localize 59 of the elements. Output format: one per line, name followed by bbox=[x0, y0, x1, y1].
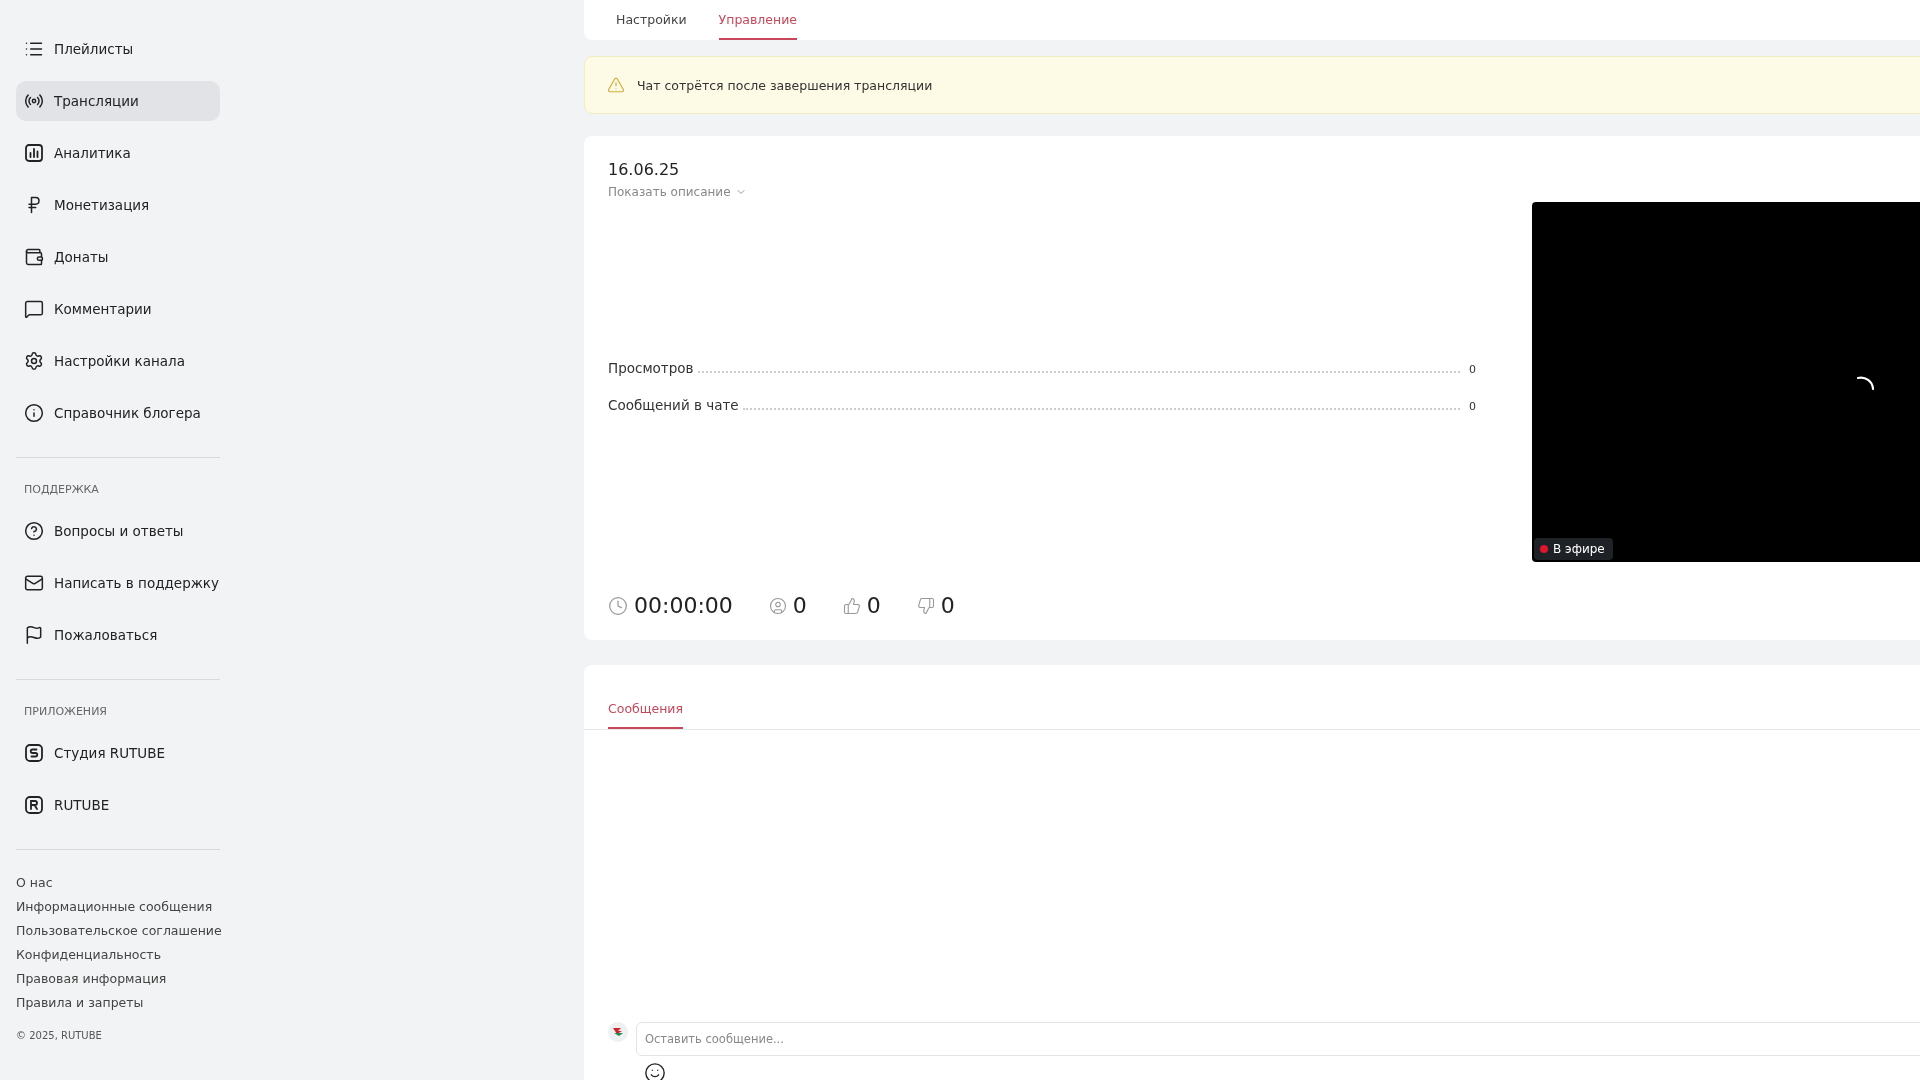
list-icon bbox=[24, 39, 44, 59]
sidebar-item[interactable]: Донаты bbox=[16, 237, 220, 277]
stat-value: 0 bbox=[1468, 400, 1476, 413]
tab[interactable]: Сообщения bbox=[608, 689, 683, 729]
footer-link[interactable]: Информационные сообщения bbox=[16, 895, 220, 919]
footer-link[interactable]: Конфиденциальность bbox=[16, 943, 220, 967]
sidebar-item[interactable]: Трансляции bbox=[16, 81, 220, 121]
stat-value: 0 bbox=[1468, 363, 1476, 376]
settings-icon bbox=[24, 351, 44, 371]
sidebar-item[interactable]: Вопросы и ответы bbox=[16, 511, 220, 551]
footer-link[interactable]: Правовая информация bbox=[16, 967, 220, 991]
warning-text: Чат сотрётся после завершения трансляции bbox=[637, 77, 933, 93]
footer-link[interactable]: Пользовательское соглашение bbox=[16, 919, 220, 943]
sidebar-item[interactable]: Аналитика bbox=[16, 133, 220, 173]
thumbs-up-icon[interactable] bbox=[842, 596, 861, 615]
copyright: © 2025, RUTUBE bbox=[16, 1030, 103, 1041]
avatar-icon bbox=[608, 1022, 628, 1042]
studio-logo-icon bbox=[24, 743, 44, 763]
live-dot-icon bbox=[1540, 545, 1548, 553]
stat-label: Сообщений в чате bbox=[608, 397, 739, 413]
help-icon bbox=[24, 521, 44, 541]
sidebar-item[interactable]: Пожаловаться bbox=[16, 615, 220, 655]
live-badge: В эфире bbox=[1534, 538, 1613, 560]
counter-value: 00:00:00 bbox=[634, 593, 733, 618]
sidebar-item[interactable]: Плейлисты bbox=[16, 29, 220, 69]
sidebar-item[interactable]: Справочник блогера bbox=[16, 393, 220, 433]
comment-icon bbox=[24, 299, 44, 319]
sidebar-item[interactable]: Комментарии bbox=[16, 289, 220, 329]
sidebar-item[interactable]: Студия RUTUBE bbox=[16, 733, 220, 773]
emoji-icon[interactable] bbox=[644, 1062, 666, 1080]
footer-link[interactable]: О нас bbox=[16, 871, 220, 895]
sidebar-item[interactable]: Написать в поддержку bbox=[16, 563, 220, 603]
bar-chart-icon bbox=[24, 143, 44, 163]
tab[interactable]: Настройки bbox=[616, 0, 687, 40]
video-player[interactable]: В эфире bbox=[1532, 202, 1920, 562]
sidebar-item[interactable]: RUTUBE bbox=[16, 785, 220, 825]
section-title: ПОДДЕРЖКА bbox=[23, 482, 100, 498]
show-description-button[interactable]: Показать описание bbox=[608, 185, 747, 199]
section-title: ПРИЛОЖЕНИЯ bbox=[23, 704, 108, 720]
counter-value: 0 bbox=[940, 593, 955, 618]
clock-icon bbox=[608, 595, 628, 616]
tab[interactable]: Управление bbox=[718, 0, 797, 40]
info-icon bbox=[24, 403, 44, 423]
broadcast-icon bbox=[24, 91, 44, 111]
flag-icon bbox=[24, 625, 44, 645]
stat-label: Просмотров bbox=[608, 360, 694, 376]
counter-value: 0 bbox=[866, 593, 881, 618]
footer-link[interactable]: Правила и запреты bbox=[16, 991, 220, 1015]
sidebar-item[interactable]: Настройки канала bbox=[16, 341, 220, 381]
rutube-logo-icon bbox=[24, 795, 44, 815]
message-input[interactable]: Оставить сообщение... bbox=[636, 1022, 1920, 1056]
warning-icon bbox=[607, 76, 625, 94]
stream-date: 16.06.25 bbox=[608, 160, 681, 179]
counter-value: 0 bbox=[792, 593, 807, 618]
mail-icon bbox=[24, 573, 44, 593]
sidebar-item[interactable]: Монетизация bbox=[16, 185, 220, 225]
thumbs-down-icon[interactable] bbox=[916, 596, 935, 615]
user-icon bbox=[768, 596, 787, 615]
wallet-icon bbox=[24, 247, 44, 267]
